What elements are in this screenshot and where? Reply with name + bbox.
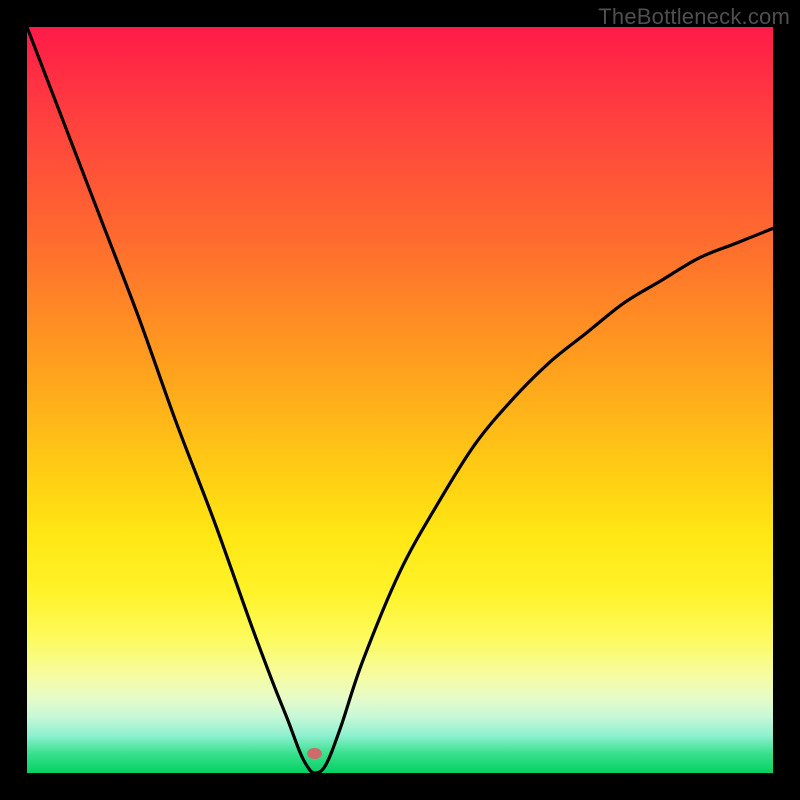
optimal-point-marker <box>307 748 322 759</box>
bottleneck-curve <box>27 27 773 773</box>
chart-plot-area <box>27 27 773 773</box>
watermark-text: TheBottleneck.com <box>598 4 790 30</box>
chart-frame: TheBottleneck.com <box>0 0 800 800</box>
